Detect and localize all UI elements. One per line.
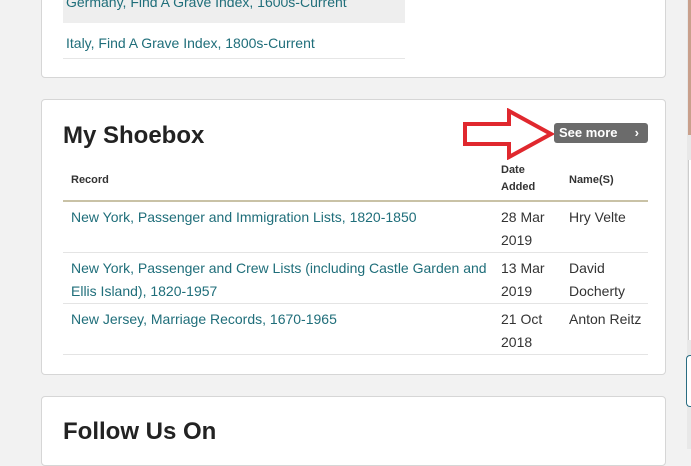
table-row: New York, Passenger and Crew Lists (incl… bbox=[63, 253, 648, 304]
shoebox-card: My Shoebox See more › Record Date Added … bbox=[41, 99, 666, 375]
table-row: New York, Passenger and Immigration List… bbox=[63, 202, 648, 253]
record-link[interactable]: New York, Passenger and Crew Lists (incl… bbox=[71, 257, 491, 303]
record-link[interactable]: New York, Passenger and Immigration List… bbox=[71, 206, 491, 229]
record-name: David Docherty bbox=[569, 260, 626, 299]
collection-link-italy[interactable]: Italy, Find A Grave Index, 1800s-Current bbox=[66, 35, 315, 51]
find-a-grave-card: Germany, Find A Grave Index, 1600s-Curre… bbox=[41, 0, 666, 78]
follow-us-title: Follow Us On bbox=[63, 418, 217, 445]
shoebox-title: My Shoebox bbox=[63, 122, 205, 149]
follow-us-card: Follow Us On bbox=[41, 396, 666, 466]
chevron-right-icon: › bbox=[634, 125, 639, 140]
list-item: Germany, Find A Grave Index, 1600s-Curre… bbox=[63, 0, 405, 23]
collection-link-germany[interactable]: Germany, Find A Grave Index, 1600s-Curre… bbox=[66, 0, 347, 10]
red-arrow-annotation-icon bbox=[463, 108, 555, 160]
date-added: 21 Oct 2018 bbox=[501, 311, 543, 350]
record-name: Anton Reitz bbox=[569, 311, 642, 327]
record-name: Hry Velte bbox=[569, 209, 626, 225]
date-added: 28 Mar 2019 bbox=[501, 209, 545, 248]
column-header-names: Name(S) bbox=[569, 174, 614, 186]
column-header-date-added: Date Added bbox=[501, 164, 536, 193]
date-added: 13 Mar 2019 bbox=[501, 260, 545, 299]
table-row: New Jersey, Marriage Records, 1670-1965 … bbox=[63, 304, 648, 355]
column-header-record: Record bbox=[71, 174, 109, 186]
see-more-label: See more bbox=[559, 125, 618, 140]
see-more-button[interactable]: See more › bbox=[554, 123, 648, 143]
record-link[interactable]: New Jersey, Marriage Records, 1670-1965 bbox=[71, 308, 491, 331]
sidebar-button[interactable] bbox=[686, 355, 691, 407]
list-item: Italy, Find A Grave Index, 1800s-Current bbox=[63, 27, 405, 59]
